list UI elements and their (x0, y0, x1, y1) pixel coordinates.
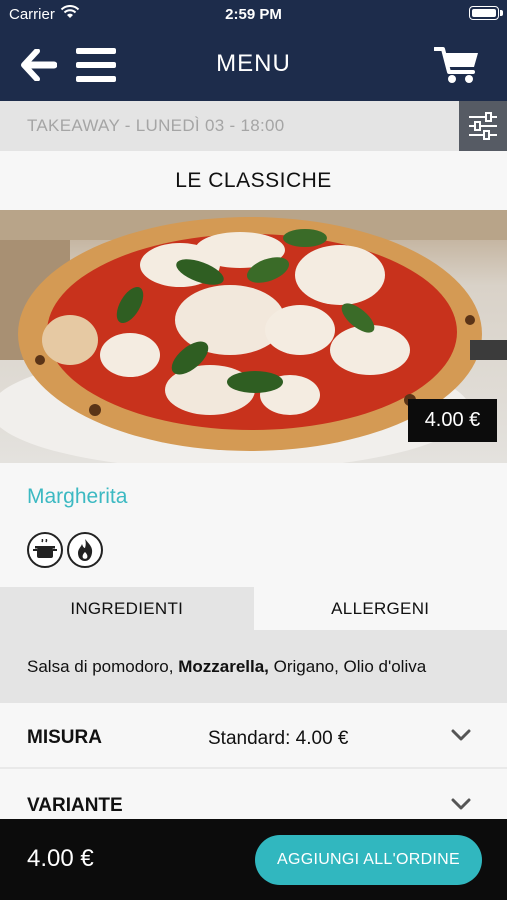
chevron-down-icon (451, 729, 471, 741)
cart-icon (434, 47, 478, 83)
info-tabs: INGREDIENTI ALLERGENI (0, 587, 507, 630)
battery-icon (469, 6, 499, 20)
battery-nub (500, 10, 503, 16)
status-bar: Carrier 2:59 PM (0, 0, 507, 28)
option-label: MISURA (27, 727, 102, 748)
option-label: VARIANTE (27, 795, 123, 816)
ingredients-bold: Mozzarella, (178, 657, 269, 676)
takeaway-bar[interactable]: TAKEAWAY - LUNEDÌ 03 - 18:00 (0, 101, 507, 151)
page-title: MENU (216, 50, 291, 77)
header: Carrier 2:59 PM MENU (0, 0, 507, 101)
status-time: 2:59 PM (225, 6, 282, 23)
product-tags (27, 532, 103, 568)
ingredients-list: Salsa di pomodoro, Mozzarella, Origano, … (0, 630, 507, 703)
menu-screen: Carrier 2:59 PM MENU TAKEAWAY - LUNEDÌ 0… (0, 0, 507, 900)
ingredients-text-2: Origano, Olio d'oliva (268, 657, 427, 676)
takeaway-text: TAKEAWAY - LUNEDÌ 03 - 18:00 (27, 116, 285, 135)
chevron-down-icon (451, 798, 471, 810)
cart-button[interactable] (433, 42, 481, 88)
flame-icon (67, 532, 103, 568)
tab-ingredienti[interactable]: INGREDIENTI (0, 587, 254, 630)
product-name: Margherita (27, 485, 128, 508)
sliders-icon (469, 112, 497, 140)
tab-allergeni[interactable]: ALLERGENI (254, 587, 507, 630)
cooking-pot-icon (27, 532, 63, 568)
order-total: 4.00 € (27, 845, 94, 872)
category-title: LE CLASSICHE (0, 151, 507, 210)
order-footer: 4.00 € AGGIUNGI ALL'ORDINE (0, 819, 507, 900)
ingredients-text-1: Salsa di pomodoro, (27, 657, 179, 676)
option-misura[interactable]: MISURA Standard: 4.00 € (0, 703, 507, 769)
filter-button[interactable] (459, 101, 507, 151)
price-badge: 4.00 € (408, 399, 497, 442)
option-value: Standard: 4.00 € (208, 728, 349, 749)
add-to-order-button[interactable]: AGGIUNGI ALL'ORDINE (255, 835, 482, 885)
